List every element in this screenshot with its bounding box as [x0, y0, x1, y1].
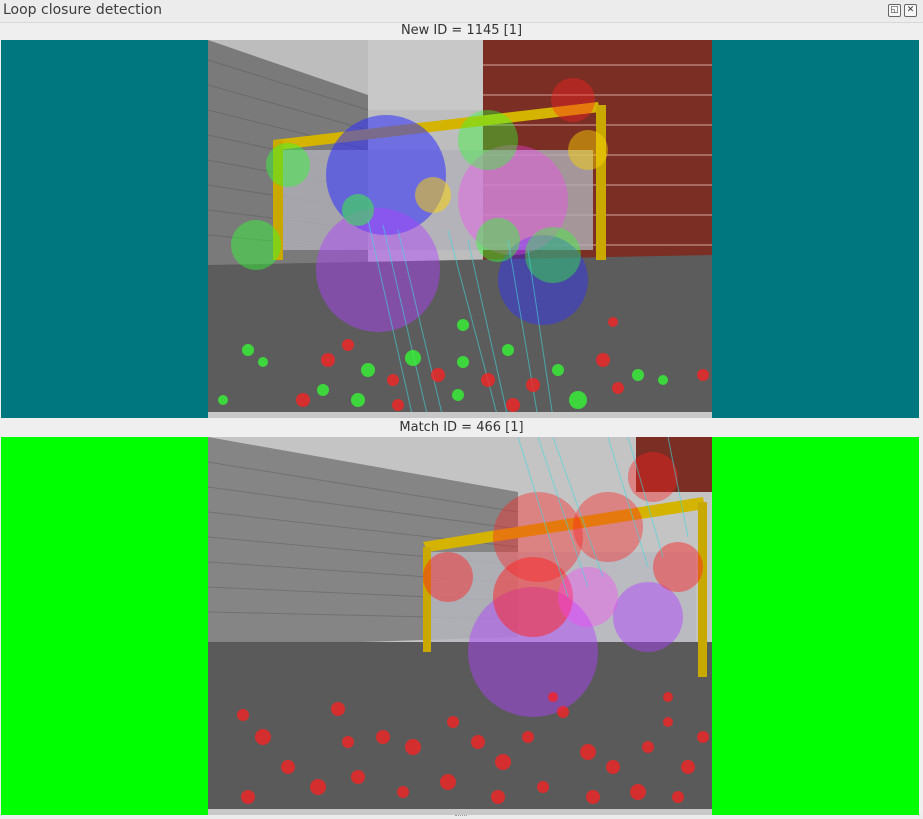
close-icon[interactable]: ✕	[904, 4, 917, 17]
title-bar: Loop closure detection ◱ ✕	[0, 0, 923, 23]
resize-handle[interactable]	[455, 815, 467, 819]
new-id-label: New ID = 1145 [1]	[400, 23, 523, 38]
new-image-view	[1, 40, 919, 418]
match-image-view	[1, 437, 919, 815]
restore-icon[interactable]: ◱	[888, 4, 901, 17]
window-title: Loop closure detection	[3, 2, 162, 18]
match-camera-image	[208, 437, 712, 815]
match-id-label: Match ID = 466 [1]	[399, 420, 524, 435]
new-camera-image	[208, 40, 712, 418]
